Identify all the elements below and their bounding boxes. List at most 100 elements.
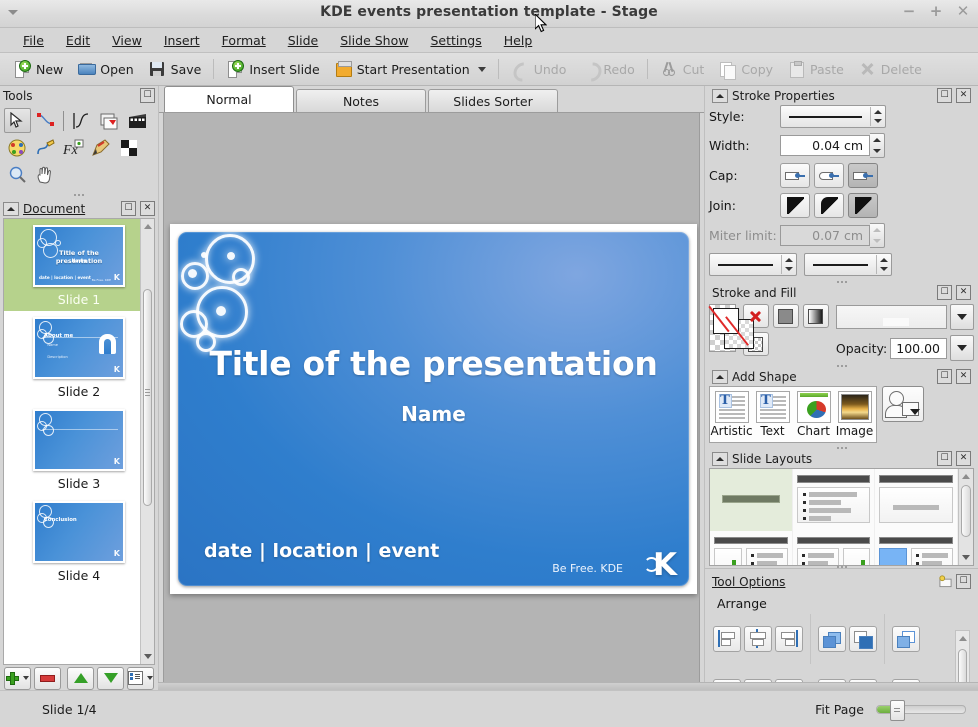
save-button[interactable]: Save [141, 57, 209, 81]
stroke-close-icon[interactable]: ✕ [956, 88, 971, 103]
scroll-up-icon[interactable] [962, 474, 970, 479]
tool-options-float-icon[interactable]: ☐ [956, 574, 971, 589]
scroll-down-icon[interactable] [962, 555, 970, 560]
menu-view[interactable]: View [101, 30, 153, 51]
slide-layouts-list[interactable] [709, 468, 974, 566]
paste-button[interactable]: Paste [780, 57, 851, 81]
marker-end-combo[interactable] [804, 253, 892, 276]
slide-presenter-name[interactable]: Name [178, 402, 689, 426]
move-slide-up-button[interactable] [67, 667, 94, 690]
menu-settings[interactable]: Settings [419, 30, 492, 51]
round-cap-button[interactable] [814, 163, 844, 188]
lock-icon[interactable] [939, 575, 952, 588]
menu-slide-show[interactable]: Slide Show [329, 30, 419, 51]
fill-float-icon[interactable]: ☐ [937, 285, 952, 300]
image-shape-button[interactable]: Image [834, 389, 875, 440]
start-presentation-button[interactable]: Start Presentation [327, 57, 493, 81]
collapse-layouts-icon[interactable] [712, 452, 728, 466]
color-picker-tool[interactable] [4, 135, 31, 160]
tab-notes[interactable]: Notes [296, 89, 426, 112]
brush-fill-tool[interactable] [88, 135, 115, 160]
undo-button[interactable]: Undo [504, 57, 574, 81]
layout-chart-left-text-right[interactable] [710, 531, 793, 566]
layout-text-left-chart-right[interactable] [793, 531, 876, 566]
text-shape-button[interactable]: T Text [752, 389, 793, 440]
stroke-width-spinner[interactable] [870, 133, 885, 158]
fill-color-bar[interactable] [836, 305, 947, 329]
select-tool[interactable] [4, 108, 31, 133]
list-item[interactable]: K Slide 3 [4, 403, 154, 495]
menu-file[interactable]: File [12, 30, 55, 51]
dock-splitter-grip[interactable] [0, 191, 158, 199]
slide-footer[interactable]: date | location | event [204, 540, 439, 562]
menu-edit[interactable]: Edit [55, 30, 101, 51]
tools-float-icon[interactable]: ☐ [140, 88, 155, 103]
document-float-icon[interactable]: ☐ [121, 201, 136, 216]
scroll-down-icon[interactable] [144, 654, 152, 659]
move-slide-down-button[interactable] [97, 667, 124, 690]
solid-fill-button[interactable] [773, 304, 799, 328]
add-slide-button[interactable] [4, 667, 31, 690]
pan-hand-tool[interactable] [32, 162, 59, 187]
insert-slide-button[interactable]: Insert Slide [219, 57, 326, 81]
slide-editor[interactable]: Title of the presentation Name date | lo… [170, 224, 697, 594]
collapse-stroke-icon[interactable] [712, 89, 728, 103]
remove-slide-button[interactable] [34, 667, 61, 690]
artistic-text-button[interactable]: T Artistic [711, 389, 752, 440]
stroke-style-combo[interactable] [780, 105, 886, 128]
layout-title-bullets[interactable] [793, 469, 876, 531]
menu-slide[interactable]: Slide [277, 30, 330, 51]
tab-slides-sorter[interactable]: Slides Sorter [428, 89, 558, 112]
group-button[interactable] [892, 626, 920, 652]
zoom-slider-handle[interactable] [890, 700, 905, 721]
animation-tool[interactable] [124, 108, 151, 133]
align-right-button[interactable] [775, 626, 803, 652]
bring-to-front-button[interactable] [818, 626, 846, 652]
open-button[interactable]: Open [70, 57, 140, 81]
calligraphy-tool[interactable] [32, 135, 59, 160]
gradient-fill-button[interactable] [803, 304, 829, 328]
opacity-dropdown[interactable] [950, 335, 974, 361]
stroke-style-spinner[interactable] [870, 107, 885, 126]
menu-insert[interactable]: Insert [153, 30, 211, 51]
zoom-tool[interactable] [4, 162, 31, 187]
round-join-button[interactable] [814, 193, 844, 218]
layouts-scrollbar[interactable] [958, 469, 973, 565]
maximize-button[interactable]: + [929, 4, 943, 18]
fill-close-icon[interactable]: ✕ [956, 285, 971, 300]
scrollbar-thumb[interactable] [143, 289, 152, 506]
miter-join-button[interactable] [780, 193, 810, 218]
butt-cap-button[interactable] [780, 163, 810, 188]
scroll-up-icon[interactable] [959, 636, 967, 641]
align-center-horizontal-button[interactable] [744, 626, 772, 652]
marker-start-spinner[interactable] [781, 255, 796, 274]
collapse-add-shape-icon[interactable] [712, 370, 728, 384]
new-button[interactable]: New [6, 57, 70, 81]
redo-button[interactable]: Redo [573, 57, 641, 81]
layout-image-left-text-right[interactable] [875, 531, 958, 566]
minimize-button[interactable]: − [902, 4, 916, 18]
scroll-up-icon[interactable] [144, 224, 152, 229]
stamp-tool[interactable] [96, 108, 123, 133]
scrollbar-thumb[interactable] [961, 485, 971, 537]
layouts-float-icon[interactable]: ☐ [937, 451, 952, 466]
slide-options-button[interactable] [127, 667, 154, 690]
copy-button[interactable]: Copy [711, 57, 780, 81]
raise-button[interactable] [849, 626, 877, 652]
list-item[interactable]: Conclusion K Slide 4 [4, 495, 154, 587]
collapse-document-icon[interactable] [3, 202, 19, 216]
bevel-join-button[interactable] [848, 193, 878, 218]
chart-shape-button[interactable]: Chart [793, 389, 834, 440]
cut-button[interactable]: Cut [653, 57, 712, 81]
zoom-mode-label[interactable]: Fit Page [815, 702, 864, 717]
layout-title-content[interactable] [875, 469, 958, 531]
list-item[interactable]: Title of the presentation Name date | lo… [4, 219, 154, 311]
slide-canvas-area[interactable]: Title of the presentation Name date | lo… [163, 113, 700, 687]
opacity-input[interactable]: 100.00 [890, 338, 947, 359]
list-item[interactable]: About me Name Description K Slide 2 [4, 311, 154, 403]
slide-list[interactable]: Title of the presentation Name date | lo… [3, 218, 155, 665]
path-edit-tool[interactable] [32, 108, 59, 133]
connection-tool[interactable] [68, 108, 95, 133]
add-shape-float-icon[interactable]: ☐ [937, 369, 952, 384]
menu-format[interactable]: Format [211, 30, 277, 51]
